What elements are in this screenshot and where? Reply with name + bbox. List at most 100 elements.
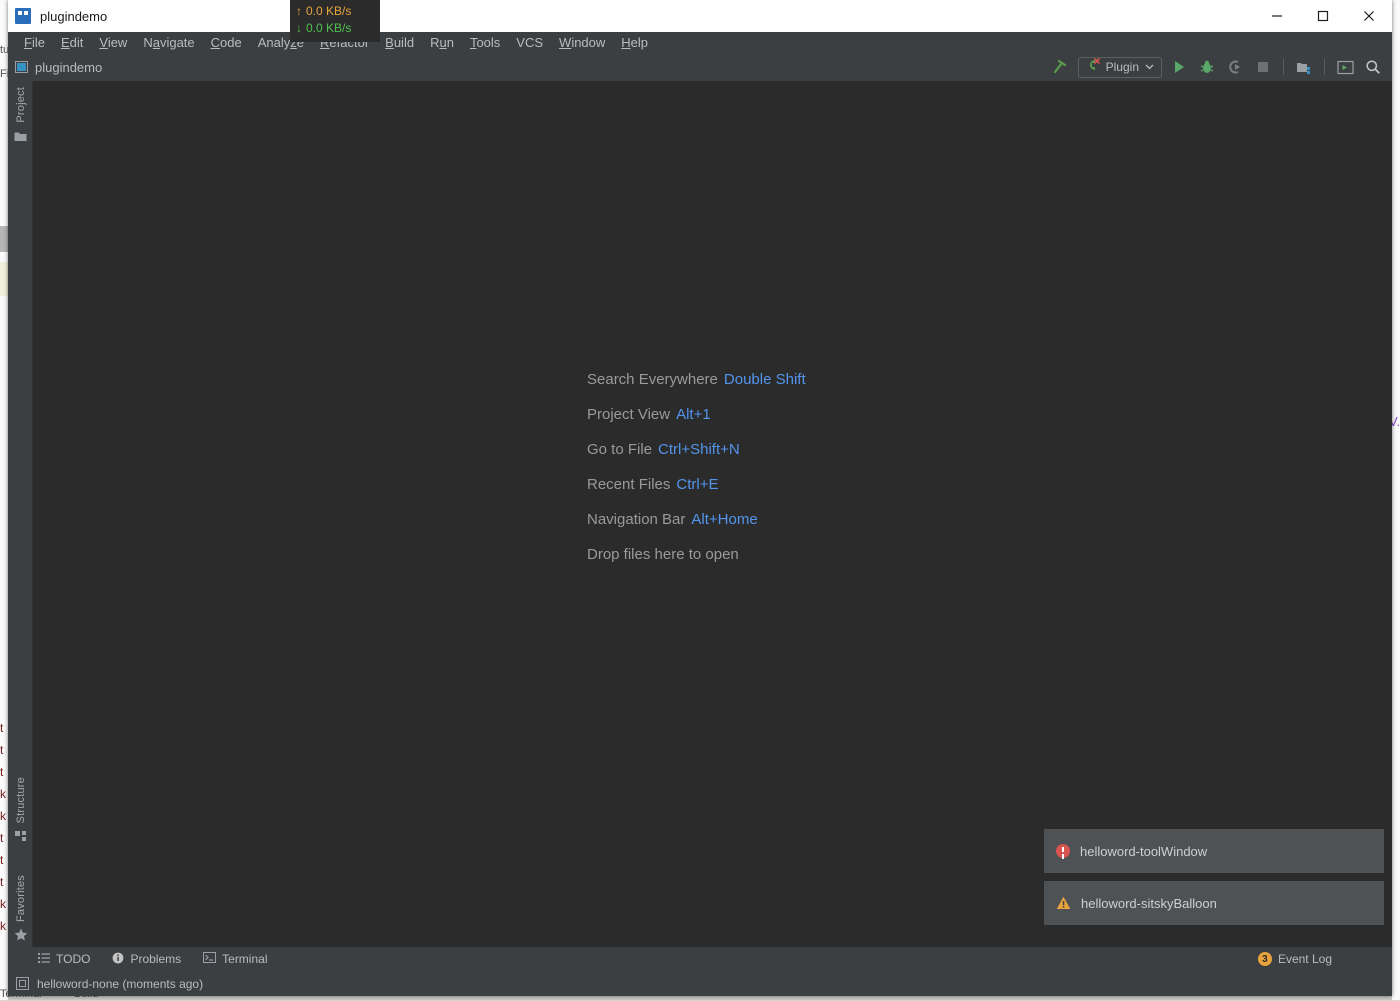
upload-arrow-icon: ↑ [296,3,306,20]
bottom-tool-window-bar: TODO Problems Terminal [8,947,1392,971]
left-tool-stripe: Project Structure Favorites [8,81,33,947]
list-icon [38,952,50,966]
star-icon [14,928,28,946]
tool-button-problems[interactable]: Problems [112,952,181,967]
tool-button-todo[interactable]: TODO [38,952,90,966]
background-text-fragment: k [0,788,6,801]
hint-row-recent-files: Recent FilesCtrl+E [587,476,1007,493]
notification-balloon[interactable]: helloword-sitskyBalloon [1044,881,1384,925]
hint-shortcut-label: Ctrl+E [676,476,718,493]
status-bar-message: helloword-none (moments ago) [37,977,203,991]
hint-row-search-everywhere: Search Everywhere Double Shift [587,371,1007,388]
menu-item-window[interactable]: Window [551,34,613,51]
menu-bar: File Edit View Navigate Code Analyze Ref… [8,32,1392,53]
hint-shortcut-label: Double Shift [724,371,806,388]
background-text-fragment: k [0,898,6,911]
menu-label-rest: ile [32,35,45,50]
hint-action-label: Go to File [587,441,652,458]
background-text-fragment: t [0,832,3,845]
stop-button-icon [1252,56,1274,78]
menu-item-tools[interactable]: Tools [462,34,508,51]
build-hammer-icon[interactable] [1050,56,1072,78]
menu-item-file[interactable]: File [16,34,53,51]
download-arrow-icon: ↓ [296,20,306,37]
sidebar-item-label: Favorites [15,871,27,926]
background-window-left [0,0,8,1000]
ide-main-window: plugindemo File Edit View Navigate Code … [8,0,1392,996]
breadcrumb[interactable]: plugindemo [8,60,102,75]
background-text-fragment: k [0,810,6,823]
editor-empty-area[interactable]: Search Everywhere Double Shift Project Vi… [33,81,1392,947]
hint-action-label: Search Everywhere [587,371,718,388]
toolbar-separator [1324,59,1325,75]
hint-row-navigation-bar: Navigation Bar Alt+Home [587,511,1007,528]
background-band-gray [0,226,8,252]
event-log-label: Event Log [1278,952,1332,966]
menu-item-view[interactable]: View [91,34,135,51]
tool-button-label: Problems [130,952,181,966]
title-bar-left: plugindemo [8,8,107,24]
editor-shortcut-hints: Search Everywhere Double Shift Project Vi… [587,371,1007,563]
sidebar-item-label: Structure [15,773,27,827]
network-speed-overlay: ↑0.0 KB/s ↓0.0 KB/s [290,0,380,42]
minimize-button[interactable] [1254,0,1300,32]
run-button-icon[interactable] [1168,56,1190,78]
navigation-toolbar: plugindemo Plugin [8,53,1392,81]
sidebar-item-label: Project [15,83,27,127]
plugin-config-icon [1086,58,1100,77]
sidebar-item-favorites[interactable]: Favorites [8,871,33,948]
tool-button-terminal[interactable]: Terminal [203,952,267,966]
menu-item-code[interactable]: Code [203,34,250,51]
run-configuration-label: Plugin [1106,60,1139,74]
event-log-badge: 3 [1258,952,1272,966]
background-text-fragment: t [0,722,3,735]
warning-icon [1056,896,1071,910]
event-log-button[interactable]: 3 Event Log [1258,947,1332,971]
network-upload-row: ↑0.0 KB/s [296,3,380,20]
status-window-icon [16,977,29,990]
toolbar-separator [1283,59,1284,75]
background-text-fragment: k [0,920,6,933]
hint-shortcut-label: Alt+Home [691,511,757,528]
run-with-coverage-icon[interactable] [1224,56,1246,78]
main-toolbar: Plugin [1050,53,1384,81]
window-title: plugindemo [40,9,107,24]
background-text-fragment: t [0,854,3,867]
layout-window-icon[interactable] [1334,56,1356,78]
menu-item-build[interactable]: Build [377,34,422,51]
background-band-yellow [0,262,8,296]
debug-bug-icon[interactable] [1196,56,1218,78]
sidebar-item-project[interactable]: Project [8,83,33,149]
hint-row-drop-files: Drop files here to open [587,546,1007,563]
background-text-fragment: t [0,876,3,889]
search-icon[interactable] [1362,56,1384,78]
structure-icon [15,829,27,847]
menu-item-navigate[interactable]: Navigate [135,34,202,51]
problems-icon [112,952,124,967]
notification-text: helloword-toolWindow [1080,844,1207,859]
background-text-fragment: t [0,744,3,757]
hint-shortcut-label: Alt+1 [676,406,711,423]
menu-item-run[interactable]: Run [422,34,462,51]
tool-button-label: TODO [56,952,90,966]
menu-item-edit[interactable]: Edit [53,34,91,51]
background-window-right [1392,0,1400,1000]
maximize-button[interactable] [1300,0,1346,32]
menu-label-vcs: VCS [516,35,543,50]
hint-row-go-to-file: Go to FileCtrl+Shift+N [587,441,1007,458]
terminal-icon [203,952,216,966]
sidebar-item-structure[interactable]: Structure [8,773,33,849]
intellij-app-icon [15,8,31,24]
hint-action-label: Drop files here to open [587,546,739,563]
close-button[interactable] [1346,0,1392,32]
menu-item-vcs[interactable]: VCS [508,34,551,51]
window-controls [1254,0,1392,32]
notification-balloon[interactable]: helloword-toolWindow [1044,829,1384,873]
breadcrumb-label: plugindemo [35,60,102,75]
menu-item-help[interactable]: Help [613,34,656,51]
folder-icon [14,129,27,147]
run-configuration-selector[interactable]: Plugin [1078,57,1162,78]
hint-row-project-view: Project ViewAlt+1 [587,406,1007,423]
updates-folder-icon[interactable] [1293,56,1315,78]
hint-action-label: Navigation Bar [587,511,685,528]
